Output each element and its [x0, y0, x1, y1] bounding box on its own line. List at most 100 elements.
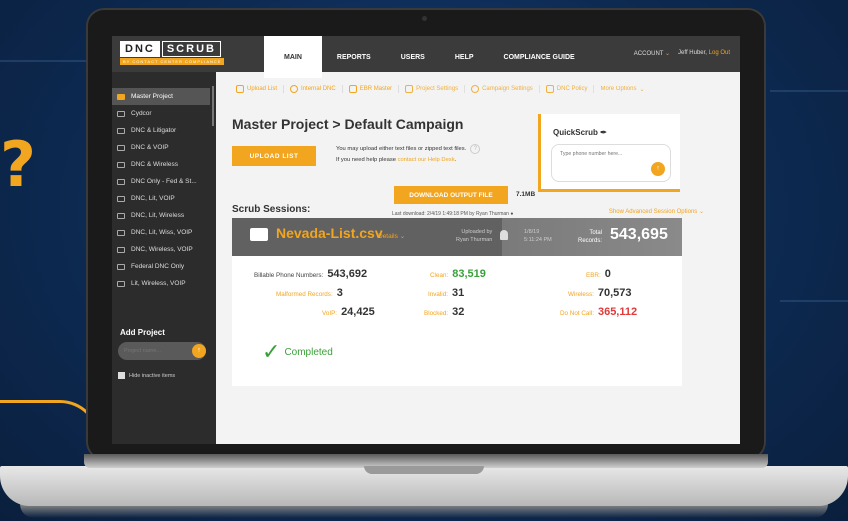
- toolbar-label: More Options: [600, 86, 637, 92]
- dncscrub-logo[interactable]: DNC SCRUB BY CONTACT CENTER COMPLIANCE: [120, 41, 224, 65]
- webcam: [422, 16, 427, 21]
- dnc-policy-link[interactable]: DNC Policy: [540, 85, 595, 93]
- users-icon: [236, 85, 244, 93]
- logo-scrub: SCRUB: [161, 41, 221, 57]
- sidebar-item-cydcor[interactable]: Cydcor: [112, 105, 216, 122]
- checkbox[interactable]: [118, 372, 125, 379]
- project-settings-link[interactable]: Project Settings: [399, 85, 466, 93]
- quickscrub-label: QuickScrub: [553, 128, 598, 137]
- sidebar-item-label: DNC & Litigator: [131, 127, 177, 134]
- upload-list-button[interactable]: UPLOAD LIST: [232, 146, 316, 166]
- session-details-toggle[interactable]: Details ⌄: [378, 232, 405, 240]
- list-icon: [348, 85, 357, 93]
- stat-wireless: Wireless: 70,573: [568, 287, 632, 299]
- help-icon[interactable]: ?: [470, 144, 481, 154]
- stat-billable: Billable Phone Numbers: 543,692: [254, 268, 367, 280]
- account-menu[interactable]: ACCOUNT ⌄: [634, 50, 670, 57]
- folder-icon: [117, 144, 125, 151]
- chevron-down-icon: ⌄: [399, 233, 406, 240]
- sidebar-item-master-project[interactable]: Master Project: [112, 88, 210, 105]
- stat-value: 24,425: [341, 306, 375, 318]
- tab-reports[interactable]: REPORTS: [322, 36, 386, 72]
- tab-compliance-guide[interactable]: COMPLIANCE GUIDE: [489, 36, 590, 72]
- more-options-link[interactable]: More Options ⌄: [594, 86, 650, 93]
- document-icon: [545, 85, 554, 93]
- sidebar-item-dnc-litigator[interactable]: DNC & Litigator: [112, 122, 216, 139]
- upload-datetime: 1/8/19 5:11:24 PM: [524, 228, 552, 244]
- folder-icon: [117, 110, 125, 117]
- page-title: Master Project > Default Campaign: [232, 116, 464, 132]
- stat-label: Wireless:: [568, 291, 594, 298]
- user-icon: [500, 230, 508, 240]
- quickscrub-title: QuickScrub ✒: [553, 128, 607, 137]
- sidebar-item-label: DNC, Lit, VOIP: [131, 195, 175, 202]
- stat-label: VoIP:: [322, 310, 338, 317]
- sidebar-item-lit-wireless-voip[interactable]: Lit, Wireless, VOIP: [112, 275, 216, 292]
- main-nav: MAIN REPORTS USERS HELP COMPLIANCE GUIDE: [264, 36, 590, 78]
- quickscrub-submit-button[interactable]: ↑: [651, 162, 665, 176]
- laptop-base: [0, 454, 848, 521]
- advanced-label: Show Advanced Session Options: [608, 209, 698, 215]
- sidebar-item-dnc-wireless-voip[interactable]: DNC, Wireless, VOIP: [112, 241, 216, 258]
- campaign-settings-link[interactable]: Campaign Settings: [465, 85, 540, 93]
- total-label-1: Total: [589, 230, 603, 236]
- total-records-label: Total Records:: [578, 229, 602, 245]
- internal-dnc-link[interactable]: Internal DNC: [284, 85, 343, 93]
- sidebar-item-dnc-lit-wireless[interactable]: DNC, Lit, Wireless: [112, 207, 216, 224]
- download-output-button[interactable]: DOWNLOAD OUTPUT FILE: [394, 186, 508, 204]
- add-project-button[interactable]: ↑: [192, 344, 206, 358]
- upload-list-link[interactable]: Upload List: [230, 85, 285, 93]
- tab-help[interactable]: HELP: [440, 36, 489, 72]
- question-mark-graphic: ?: [0, 128, 36, 201]
- sidebar-item-federal-dnc-only[interactable]: Federal DNC Only: [112, 258, 216, 275]
- stat-do-not-call: Do Not Call: 365,112: [560, 306, 637, 318]
- sidebar-item-dnc-only[interactable]: DNC Only - Fed & St...: [112, 173, 216, 190]
- toolbar-label: Upload List: [247, 86, 278, 92]
- sidebar-item-label: DNC & VOIP: [131, 144, 169, 151]
- hide-inactive-toggle[interactable]: Hide inactive items: [118, 372, 175, 379]
- top-bar: DNC SCRUB BY CONTACT CENTER COMPLIANCE M…: [112, 36, 740, 78]
- project-list: Master Project Cydcor DNC & Litigator DN…: [112, 88, 216, 292]
- stat-label: Billable Phone Numbers:: [254, 272, 324, 279]
- upload-info: You may upload either text files or zipp…: [336, 144, 481, 166]
- stat-voip: VoIP: 24,425: [322, 306, 375, 318]
- uploader-name: Ryan Thurman: [456, 237, 493, 243]
- help-desk-link[interactable]: contact our Help Desk: [398, 157, 455, 163]
- chevron-down-icon: ⌄: [698, 209, 704, 215]
- logout-link[interactable]: Log Out: [709, 50, 730, 56]
- gear-icon: [471, 85, 480, 93]
- status-text: Completed: [284, 347, 333, 358]
- phone-icon: ✒: [600, 128, 607, 137]
- stat-blocked: Blocked: 32: [424, 306, 464, 318]
- toolbar-label: DNC Policy: [556, 86, 588, 92]
- user-icon: ●: [510, 211, 514, 217]
- tab-main[interactable]: MAIN: [264, 36, 322, 78]
- ebr-master-link[interactable]: EBR Master: [343, 85, 400, 93]
- stat-value: 70,573: [597, 287, 632, 299]
- stat-value: 32: [452, 306, 465, 318]
- project-sidebar: Master Project Cydcor DNC & Litigator DN…: [112, 72, 216, 444]
- stat-clean: Clean: 83,519: [430, 268, 486, 280]
- stat-label: EBR:: [586, 272, 601, 279]
- sidebar-item-dnc-lit-wiss-voip[interactable]: DNC, Lit, Wiss, VOIP: [112, 224, 216, 241]
- toolbar-label: Campaign Settings: [482, 86, 533, 92]
- chevron-down-icon: ⌄: [665, 51, 671, 57]
- sidebar-item-label: Cydcor: [131, 110, 152, 117]
- sidebar-item-label: DNC, Wireless, VOIP: [131, 246, 193, 253]
- upload-info-line1: You may upload either text files or zipp…: [336, 146, 467, 152]
- folder-icon: [117, 178, 125, 185]
- tab-users[interactable]: USERS: [386, 36, 440, 72]
- advanced-session-options-link[interactable]: Show Advanced Session Options ⌄: [609, 208, 704, 215]
- sidebar-item-dnc-voip[interactable]: DNC & VOIP: [112, 139, 216, 156]
- session-file-name: Nevada-List.csv: [276, 225, 383, 241]
- toolbar-label: Project Settings: [416, 86, 459, 92]
- sidebar-item-dnc-lit-voip[interactable]: DNC, Lit, VOIP: [112, 190, 216, 207]
- stat-label: Malformed Records:: [276, 291, 333, 298]
- hide-inactive-label: Hide inactive items: [129, 372, 176, 379]
- session-status: ✓ Completed: [262, 340, 333, 365]
- stat-label: Do Not Call:: [560, 310, 594, 317]
- uploaded-by-label: Uploaded by: [461, 229, 493, 235]
- stat-value: 3: [336, 287, 343, 299]
- upload-time: 5:11:24 PM: [524, 237, 552, 243]
- sidebar-item-dnc-wireless[interactable]: DNC & Wireless: [112, 156, 216, 173]
